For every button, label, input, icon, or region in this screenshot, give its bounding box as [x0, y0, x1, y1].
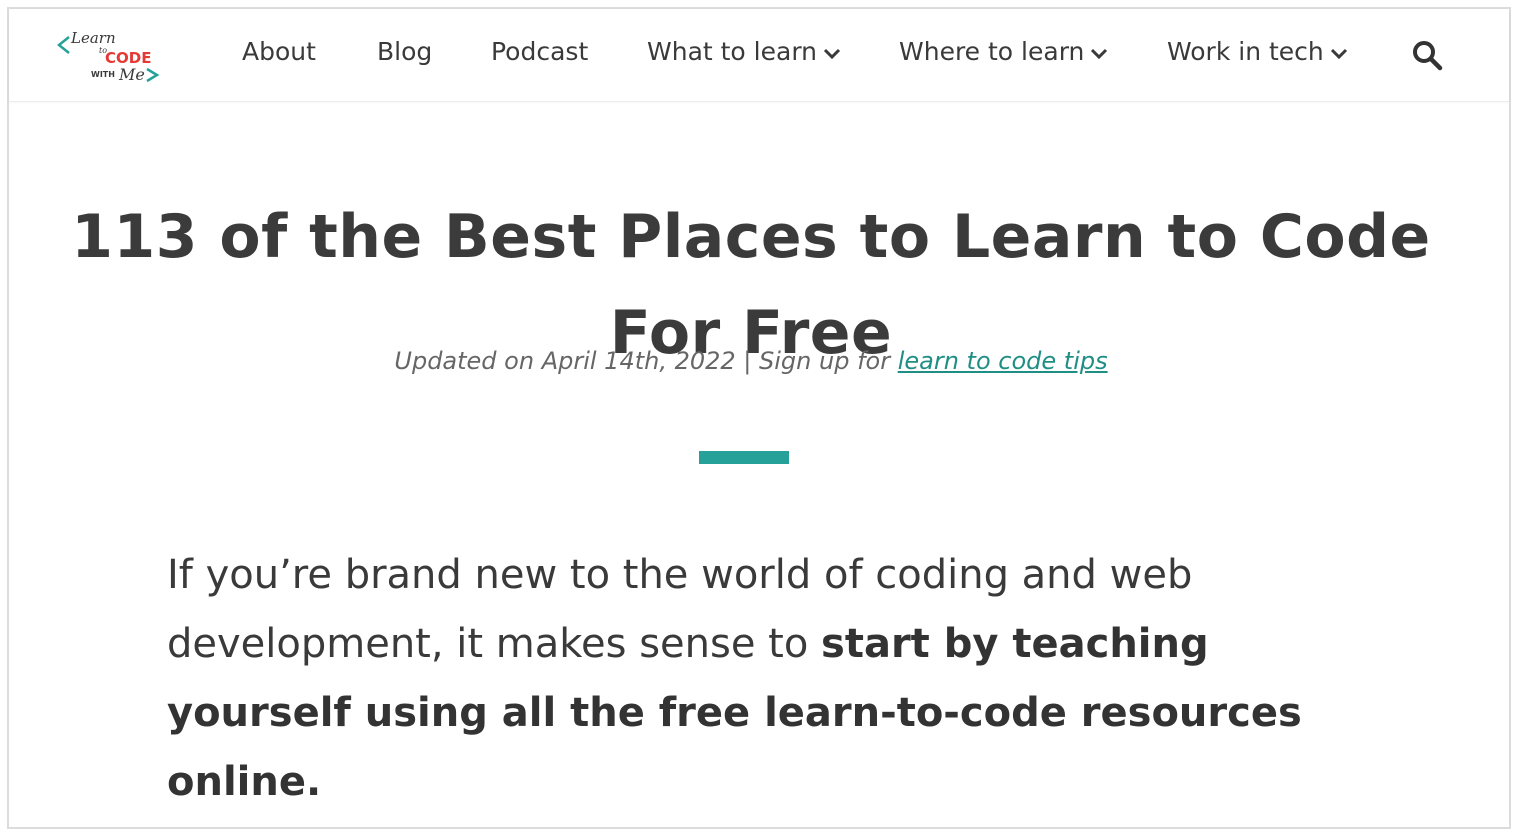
nav-podcast[interactable]: Podcast [491, 37, 588, 66]
site-logo[interactable]: Learn to CODE WITH Me [55, 23, 165, 83]
chevron-down-icon [823, 48, 841, 59]
page-frame: Learn to CODE WITH Me About Blog Podcast… [7, 7, 1511, 829]
nav-about[interactable]: About [242, 37, 316, 66]
logo-right-bracket [146, 67, 160, 83]
chevron-down-icon [1330, 48, 1347, 59]
search-icon[interactable] [1411, 39, 1443, 71]
logo-learn-text: Learn [70, 29, 116, 47]
intro-paragraph: If you’re brand new to the world of codi… [167, 541, 1357, 817]
nav-about-label: About [242, 37, 316, 66]
nav-where-to-learn[interactable]: Where to learn [899, 37, 1108, 66]
nav-where-to-learn-label: Where to learn [899, 37, 1085, 66]
post-meta-text: Updated on April 14th, 2022 | Sign up fo… [394, 347, 898, 375]
nav-podcast-label: Podcast [491, 37, 589, 66]
nav-blog[interactable]: Blog [377, 37, 432, 66]
nav-work-in-tech[interactable]: Work in tech [1167, 37, 1348, 66]
title-divider [699, 451, 789, 464]
chevron-down-icon [1091, 48, 1108, 59]
logo-me-text: Me [118, 65, 145, 83]
logo-with-text: WITH [91, 70, 115, 79]
post-meta: Updated on April 14th, 2022 | Sign up fo… [9, 347, 1493, 375]
learn-to-code-tips-link[interactable]: learn to code tips [898, 347, 1108, 375]
nav-what-to-learn-label: What to learn [647, 37, 818, 66]
nav-work-in-tech-label: Work in tech [1167, 37, 1324, 66]
site-header: Learn to CODE WITH Me About Blog Podcast… [9, 9, 1509, 102]
nav-blog-label: Blog [377, 37, 433, 66]
logo-left-bracket [56, 36, 70, 54]
nav-what-to-learn[interactable]: What to learn [647, 37, 841, 66]
